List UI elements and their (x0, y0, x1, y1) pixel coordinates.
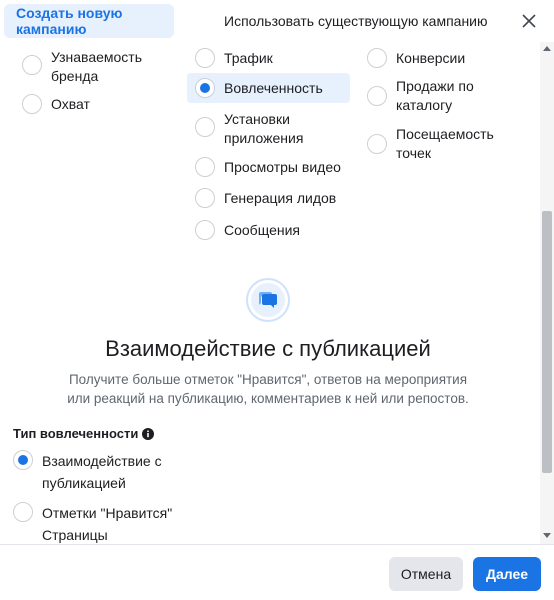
objective-catalog-sales[interactable]: Продажи по каталогу (367, 77, 474, 115)
objective-label: Узнаваемость бренда (51, 49, 143, 84)
modal-header: Создать новую кампанию Использовать суще… (0, 0, 554, 42)
objective-label: Конверсии (396, 50, 466, 66)
objective-engagement[interactable]: Вовлеченность (195, 78, 323, 98)
chat-bubbles-icon (259, 292, 277, 308)
objective-label: Продажи по каталогу (396, 78, 474, 113)
cancel-button[interactable]: Отмена (389, 557, 463, 591)
objective-label: Установки приложения (224, 111, 304, 146)
tab-use-existing-campaign[interactable]: Использовать существующую кампанию (214, 4, 498, 38)
radio-button[interactable] (22, 55, 42, 75)
radio-button[interactable] (195, 220, 215, 240)
objective-label: Вовлеченность (224, 80, 323, 96)
radio-button[interactable] (367, 134, 387, 154)
modal-content: Узнаваемость бренда Охват Трафик Вовлече… (0, 42, 540, 544)
engagement-type-label: Тип вовлеченности (13, 426, 155, 441)
radio-button[interactable] (195, 117, 215, 137)
engagement-type-label: Отметки "Нравится" Страницы (42, 505, 173, 543)
info-icon[interactable] (142, 427, 155, 440)
radio-button-selected[interactable] (13, 450, 33, 470)
objective-lead-generation[interactable]: Генерация лидов (195, 188, 336, 208)
objective-label: Просмотры видео (224, 159, 341, 175)
engagement-type-page-likes[interactable]: Отметки "Нравится" Страницы (13, 502, 172, 544)
objective-label: Охват (51, 96, 90, 112)
close-button[interactable] (516, 8, 542, 34)
radio-button[interactable] (367, 86, 387, 106)
objective-title: Взаимодействие с публикацией (105, 336, 431, 361)
radio-button[interactable] (13, 502, 33, 522)
objective-messages[interactable]: Сообщения (195, 220, 300, 240)
objective-label: Сообщения (224, 222, 300, 238)
radio-button-selected[interactable] (195, 78, 215, 98)
objective-app-installs[interactable]: Установки приложения (195, 110, 303, 148)
objective-icon-badge (246, 278, 290, 322)
objective-icon-circle (251, 283, 285, 317)
scroll-up-arrow-icon[interactable] (543, 46, 551, 51)
objective-conversions[interactable]: Конверсии (367, 48, 465, 68)
engagement-type-post-engagement[interactable]: Взаимодействие с публикацией (13, 450, 162, 494)
tab-create-new-campaign[interactable]: Создать новую кампанию (4, 4, 174, 38)
close-icon (522, 14, 536, 28)
scrollbar-thumb[interactable] (542, 211, 552, 473)
next-button[interactable]: Далее (473, 557, 541, 591)
modal-footer: Отмена Далее (0, 544, 554, 600)
radio-button[interactable] (195, 157, 215, 177)
objective-traffic[interactable]: Трафик (195, 48, 273, 68)
radio-button[interactable] (195, 48, 215, 68)
objective-brand-awareness[interactable]: Узнаваемость бренда (22, 48, 142, 86)
objective-store-traffic[interactable]: Посещаемость точек (367, 125, 494, 163)
objective-label: Генерация лидов (224, 190, 337, 206)
scroll-down-arrow-icon[interactable] (543, 533, 551, 538)
radio-button[interactable] (367, 48, 387, 68)
objective-label: Посещаемость точек (396, 126, 494, 161)
engagement-type-label: Взаимодействие с публикацией (42, 453, 162, 491)
radio-button[interactable] (195, 188, 215, 208)
radio-button[interactable] (22, 94, 42, 114)
objective-reach[interactable]: Охват (22, 94, 90, 114)
objective-label: Трафик (224, 50, 273, 66)
objective-description: Получите больше отметок "Нравится", отве… (67, 372, 469, 406)
objective-video-views[interactable]: Просмотры видео (195, 157, 341, 177)
